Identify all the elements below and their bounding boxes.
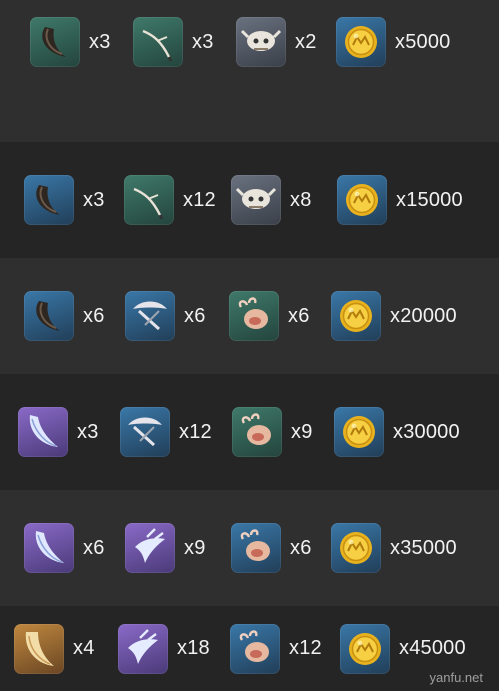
material-item: x6 [229,291,310,341]
crab-icon[interactable] [232,407,282,457]
quantity-label: x9 [291,420,313,443]
quantity-label: x45000 [399,637,466,659]
mora-coin-icon[interactable] [340,623,390,674]
quantity-label: x15000 [396,188,463,211]
material-row: x3 x12 x9 x30000 [0,374,499,490]
quantity-label: x35000 [390,536,457,559]
material-item: x3 [24,175,105,225]
mora-coin-icon[interactable] [337,175,387,225]
material-row: x4 x18 x12 x45000 [0,606,499,691]
quantity-label: x4 [73,637,95,659]
material-item: x45000 [340,623,466,674]
material-row: x6 x9 x6 x35000 [0,490,499,606]
material-item: x3 [18,407,99,457]
material-item: x6 [24,291,105,341]
material-item: x2 [236,17,317,67]
material-item: x6 [24,523,105,573]
quantity-label: x2 [295,30,317,53]
tusk-icon[interactable] [14,623,64,674]
claw-icon[interactable] [118,623,168,674]
material-item: x35000 [331,523,457,573]
quantity-label: x20000 [390,304,457,327]
quantity-label: x6 [290,536,312,559]
quantity-label: x12 [183,188,216,211]
quantity-label: x6 [184,304,206,327]
material-item: x6 [125,291,206,341]
mora-coin-icon[interactable] [336,17,386,67]
crab-icon[interactable] [231,523,281,573]
quantity-label: x3 [89,30,111,53]
material-item: x3 [30,17,111,67]
feather-icon[interactable] [18,407,68,457]
quantity-label: x12 [289,637,322,659]
material-item: x20000 [331,291,457,341]
horn-icon[interactable] [24,175,74,225]
quantity-label: x9 [184,536,206,559]
mora-coin-icon[interactable] [331,291,381,341]
horn-icon[interactable] [24,291,74,341]
quantity-label: x3 [77,420,99,443]
quantity-label: x30000 [393,420,460,443]
material-item: x18 [118,623,210,674]
material-row: x6 x6 x6 x20000 [0,258,499,374]
watermark: yanfu.net [429,670,484,685]
crab-icon[interactable] [230,623,280,674]
skull-icon[interactable] [236,17,286,67]
material-item: x12 [120,407,212,457]
material-row: x3 x3 x2 x5000 [0,0,499,142]
material-item: x12 [230,623,322,674]
mask-icon[interactable] [125,291,175,341]
quantity-label: x12 [179,420,212,443]
material-item: x12 [124,175,216,225]
material-item: x3 [133,17,214,67]
material-item: x5000 [336,17,451,67]
material-item: x30000 [334,407,460,457]
horn-icon[interactable] [30,17,80,67]
quantity-label: x6 [83,536,105,559]
material-item: x15000 [337,175,463,225]
quantity-label: x3 [192,30,214,53]
crab-icon[interactable] [229,291,279,341]
quantity-label: x8 [290,188,312,211]
material-item: x9 [125,523,206,573]
claw-icon[interactable] [125,523,175,573]
material-item: x4 [14,623,95,674]
material-item: x9 [232,407,313,457]
quantity-label: x18 [177,637,210,659]
skull-icon[interactable] [231,175,281,225]
quantity-label: x6 [83,304,105,327]
material-item: x6 [231,523,312,573]
quantity-label: x3 [83,188,105,211]
material-row: x3 x12 x8 x15000 [0,142,499,258]
quantity-label: x5000 [395,30,451,53]
feather-icon[interactable] [24,523,74,573]
mora-coin-icon[interactable] [334,407,384,457]
branch-icon[interactable] [133,17,183,67]
quantity-label: x6 [288,304,310,327]
mora-coin-icon[interactable] [331,523,381,573]
branch-icon[interactable] [124,175,174,225]
material-item: x8 [231,175,312,225]
mask-icon[interactable] [120,407,170,457]
